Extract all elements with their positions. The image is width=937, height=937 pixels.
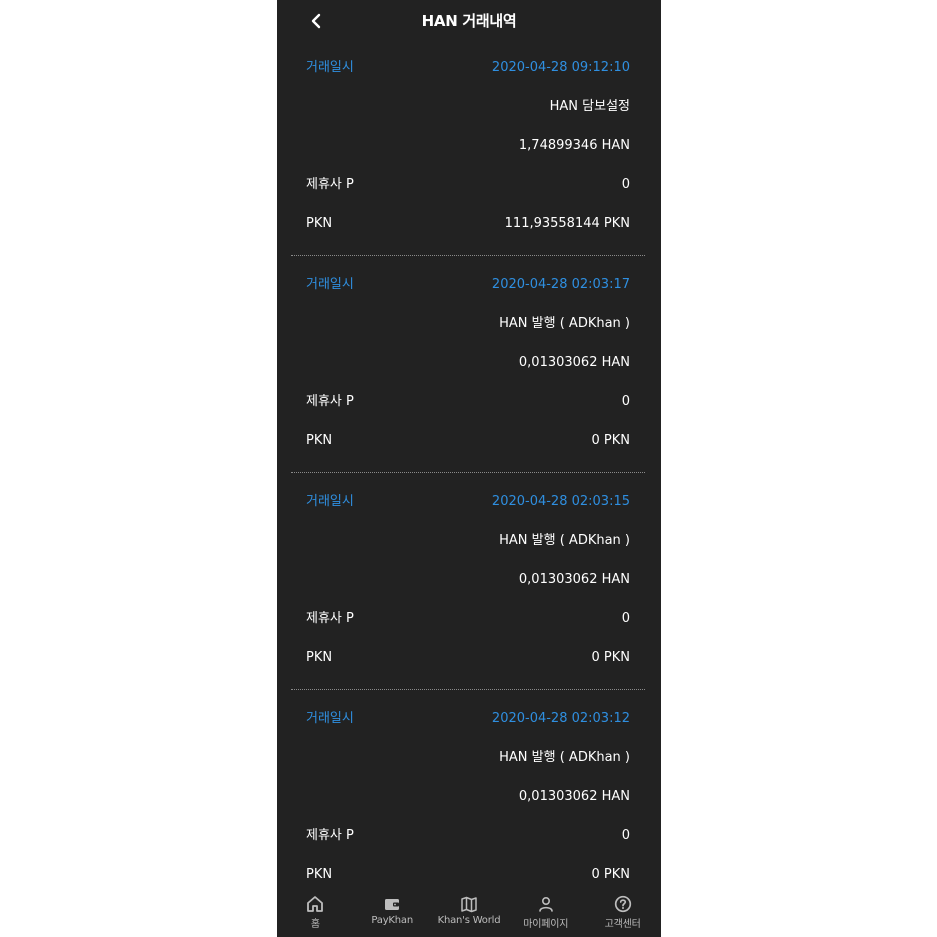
- pkn-label: PKN: [306, 433, 333, 448]
- date-value: 2020-04-28 02:03:12: [491, 711, 630, 726]
- pkn-value: 111,93558144 PKN: [504, 216, 630, 231]
- user-icon: [538, 896, 553, 912]
- app-screen: HAN 거래내역 거래일시 2020-04-28 09:12:10 HAN 담보…: [277, 0, 661, 937]
- divider: [291, 689, 645, 690]
- pkn-row: PKN 111,93558144 PKN: [306, 213, 630, 235]
- bottom-tab-bar: 홈 PayKhan Khan's World 마이페이지 고객센터: [277, 889, 661, 937]
- pkn-value: 0 PKN: [591, 433, 631, 448]
- pkn-label: PKN: [306, 650, 333, 665]
- transaction-entry: 거래일시 2020-04-28 02:03:17 HAN 발행 ( ADKhan…: [291, 265, 645, 482]
- pkn-row: PKN 0 PKN: [306, 647, 630, 669]
- tab-label: 고객센터: [604, 919, 641, 930]
- transaction-type: HAN 발행 ( ADKhan ): [499, 750, 630, 765]
- type-row: HAN 발행 ( ADKhan ): [306, 530, 630, 552]
- transaction-type: HAN 발행 ( ADKhan ): [499, 533, 630, 548]
- partner-row: 제휴사 P 0: [306, 825, 630, 847]
- date-value: 2020-04-28 09:12:10: [491, 60, 630, 75]
- transaction-entry: 거래일시 2020-04-28 09:12:10 HAN 담보설정 1,7489…: [291, 48, 645, 265]
- date-row: 거래일시 2020-04-28 09:12:10: [306, 57, 630, 79]
- tab-home[interactable]: 홈: [277, 889, 354, 937]
- transaction-amount: 1,74899346 HAN: [518, 138, 630, 153]
- amount-row: 1,74899346 HAN: [306, 135, 630, 157]
- pkn-value: 0 PKN: [591, 650, 631, 665]
- pkn-label: PKN: [306, 867, 333, 882]
- transaction-entry: 거래일시 2020-04-28 02:03:12 HAN 발행 ( ADKhan…: [291, 699, 645, 916]
- pkn-value: 0 PKN: [591, 867, 631, 882]
- date-label: 거래일시: [306, 494, 354, 509]
- wallet-icon: [385, 899, 400, 910]
- tab-mypage[interactable]: 마이페이지: [507, 889, 584, 937]
- date-row: 거래일시 2020-04-28 02:03:15: [306, 491, 630, 513]
- pkn-label: PKN: [306, 216, 333, 231]
- date-row: 거래일시 2020-04-28 02:03:12: [306, 708, 630, 730]
- divider: [291, 255, 645, 256]
- date-label: 거래일시: [306, 711, 354, 726]
- partner-value: 0: [621, 177, 630, 192]
- partner-row: 제휴사 P 0: [306, 391, 630, 413]
- date-value: 2020-04-28 02:03:15: [491, 494, 630, 509]
- partner-label: 제휴사 P: [306, 611, 354, 626]
- transaction-type: HAN 담보설정: [549, 99, 630, 114]
- transaction-amount: 0,01303062 HAN: [518, 572, 630, 587]
- tab-paykhan[interactable]: PayKhan: [354, 889, 431, 937]
- home-icon: [307, 896, 324, 912]
- date-label: 거래일시: [306, 277, 354, 292]
- partner-label: 제휴사 P: [306, 828, 354, 843]
- amount-row: 0,01303062 HAN: [306, 786, 630, 808]
- date-row: 거래일시 2020-04-28 02:03:17: [306, 274, 630, 296]
- transaction-amount: 0,01303062 HAN: [518, 355, 630, 370]
- tab-khans-world[interactable]: Khan's World: [431, 889, 508, 937]
- transaction-amount: 0,01303062 HAN: [518, 789, 630, 804]
- map-icon: [461, 896, 477, 913]
- partner-value: 0: [621, 394, 630, 409]
- tab-label: 마이페이지: [523, 919, 569, 930]
- amount-row: 0,01303062 HAN: [306, 352, 630, 374]
- partner-row: 제휴사 P 0: [306, 174, 630, 196]
- transaction-entry: 거래일시 2020-04-28 02:03:15 HAN 발행 ( ADKhan…: [291, 482, 645, 699]
- divider: [291, 472, 645, 473]
- tab-label: PayKhan: [371, 915, 413, 926]
- date-value: 2020-04-28 02:03:17: [491, 277, 630, 292]
- tab-label: 홈: [310, 919, 320, 930]
- help-icon: [614, 895, 631, 913]
- type-row: HAN 담보설정: [306, 96, 630, 118]
- partner-label: 제휴사 P: [306, 177, 354, 192]
- tab-label: Khan's World: [437, 915, 501, 926]
- partner-label: 제휴사 P: [306, 394, 354, 409]
- pkn-row: PKN 0 PKN: [306, 864, 630, 886]
- type-row: HAN 발행 ( ADKhan ): [306, 313, 630, 335]
- date-label: 거래일시: [306, 60, 354, 75]
- header: HAN 거래내역: [277, 0, 661, 44]
- partner-value: 0: [621, 828, 630, 843]
- partner-value: 0: [621, 611, 630, 626]
- pkn-row: PKN 0 PKN: [306, 430, 630, 452]
- page-title: HAN 거래내역: [421, 12, 517, 30]
- partner-row: 제휴사 P 0: [306, 608, 630, 630]
- tab-support[interactable]: 고객센터: [584, 889, 661, 937]
- type-row: HAN 발행 ( ADKhan ): [306, 747, 630, 769]
- transaction-list[interactable]: 거래일시 2020-04-28 09:12:10 HAN 담보설정 1,7489…: [291, 48, 645, 916]
- amount-row: 0,01303062 HAN: [306, 569, 630, 591]
- transaction-type: HAN 발행 ( ADKhan ): [499, 316, 630, 331]
